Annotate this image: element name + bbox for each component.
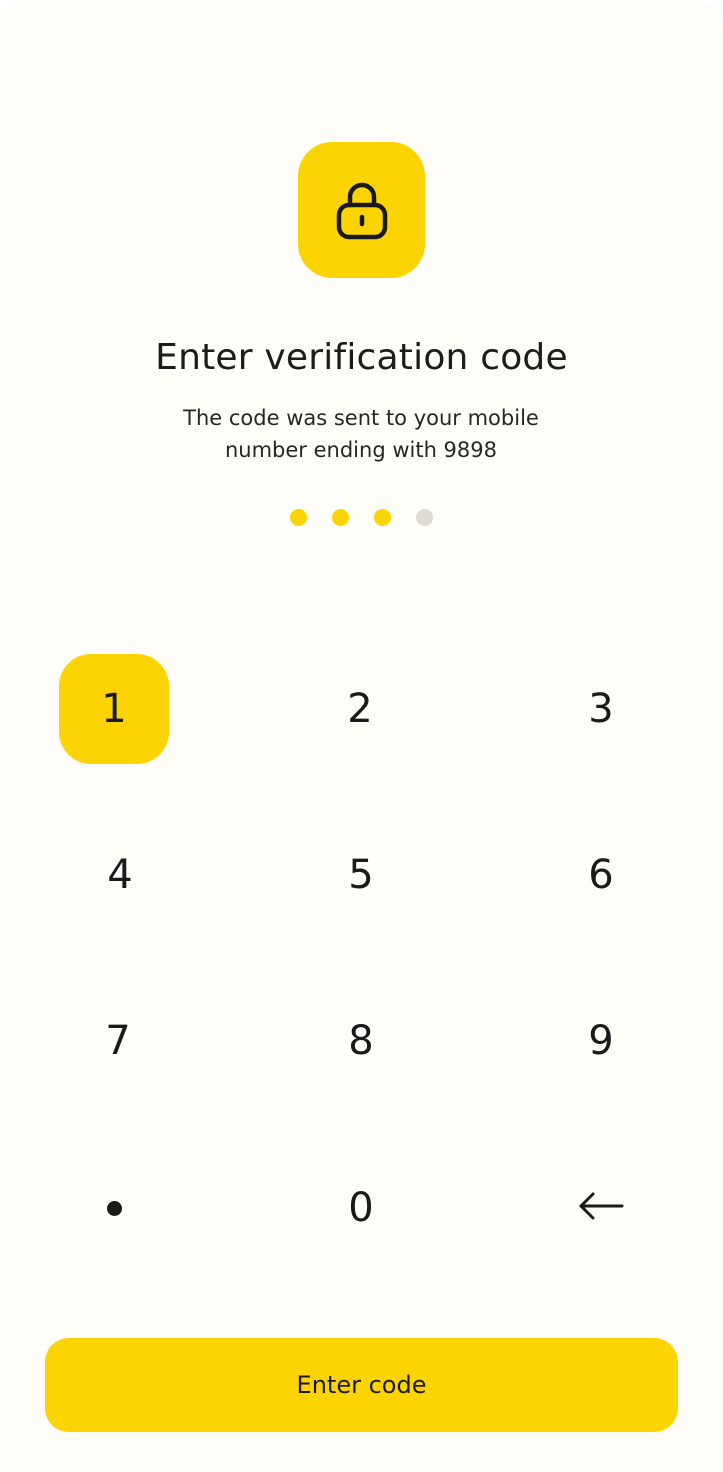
code-dot bbox=[332, 509, 349, 526]
page-subtitle: The code was sent to your mobile number … bbox=[183, 406, 539, 462]
key-1[interactable]: 1 bbox=[59, 654, 169, 764]
key-3[interactable]: 3 bbox=[546, 654, 656, 764]
backspace-arrow-icon bbox=[578, 1185, 624, 1231]
lock-icon bbox=[335, 179, 389, 241]
enter-code-button[interactable]: Enter code bbox=[45, 1338, 678, 1432]
key-6[interactable]: 6 bbox=[546, 820, 656, 930]
code-dot bbox=[290, 509, 307, 526]
code-dot bbox=[416, 509, 433, 526]
code-dot bbox=[374, 509, 391, 526]
key-decimal[interactable] bbox=[59, 1153, 169, 1263]
lock-tile bbox=[298, 142, 425, 278]
key-4[interactable]: 4 bbox=[65, 820, 175, 930]
key-7[interactable]: 7 bbox=[63, 986, 173, 1096]
key-5[interactable]: 5 bbox=[306, 820, 416, 930]
key-0[interactable]: 0 bbox=[306, 1153, 416, 1263]
page-title: Enter verification code bbox=[155, 337, 568, 378]
key-9[interactable]: 9 bbox=[546, 986, 656, 1096]
key-8[interactable]: 8 bbox=[306, 986, 416, 1096]
verification-screen: Enter verification code The code was sen… bbox=[0, 0, 723, 1472]
backspace-button[interactable] bbox=[546, 1153, 656, 1263]
dot-icon bbox=[106, 1200, 122, 1216]
key-2[interactable]: 2 bbox=[305, 654, 415, 764]
code-progress-dots bbox=[0, 509, 723, 526]
